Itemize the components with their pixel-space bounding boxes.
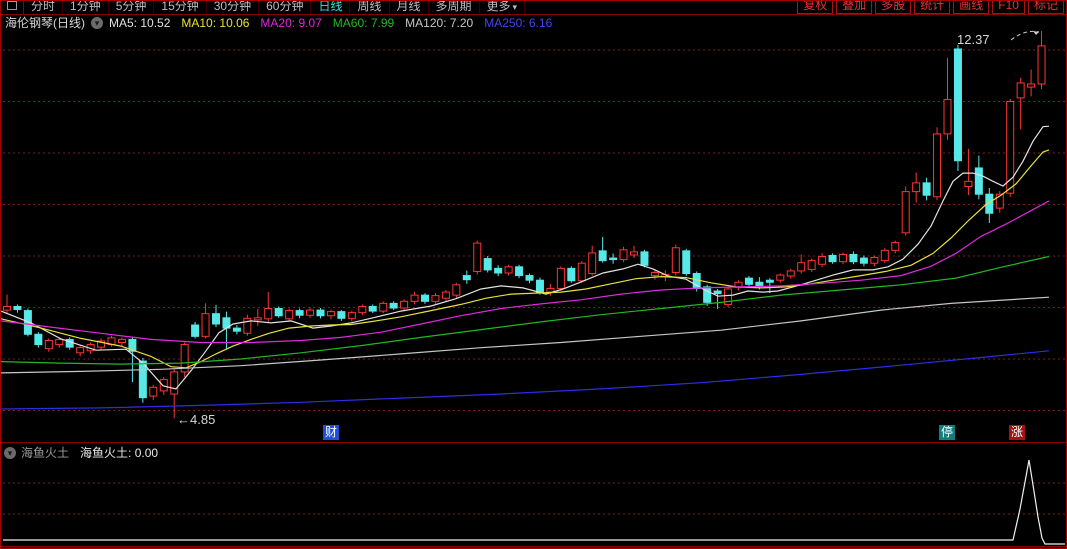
toolbar-button-6[interactable]: 标记 — [1027, 1, 1064, 14]
toolbar-button-1[interactable]: 叠加 — [836, 1, 873, 14]
menu-item-5[interactable]: 60分钟 — [259, 1, 312, 14]
toolbar-button-5[interactable]: F10 — [992, 1, 1025, 14]
high-price-label: 12.37 — [957, 32, 990, 47]
indicator-readout: 海鱼火土: 0.00 — [80, 444, 158, 461]
annotations — [1010, 30, 1040, 41]
menu-item-10[interactable]: 更多 ▾ — [480, 1, 526, 14]
ma-readout-3: MA60: 7.99 — [332, 15, 395, 30]
event-badge-0[interactable]: 财 — [323, 425, 339, 440]
indicator-readout-value: 0.00 — [134, 446, 159, 460]
ma-readout-0: MA5: 10.52 — [109, 15, 171, 30]
menu-item-4[interactable]: 30分钟 — [207, 1, 260, 14]
period-menu-bar: 分时 1分钟 5分钟 15分钟 30分钟 60分钟 日线 周线 月线 多周期 更多 ▾ 复权 叠加 多股统… — [1, 1, 1066, 15]
menu-item-7[interactable]: 周线 — [350, 1, 390, 14]
panel-divider — [1, 442, 1066, 443]
ma-readout-2: MA20: 9.07 — [260, 15, 322, 30]
event-badge-2[interactable]: 涨 — [1009, 425, 1025, 440]
menu-item-3[interactable]: 15分钟 — [154, 1, 207, 14]
toolbar-buttons: 复权 叠加 多股 统计 画线 F10 标记 — [794, 1, 1064, 14]
menu-item-6[interactable]: 日线 — [311, 1, 351, 14]
ma-readout-4: MA120: 7.20 — [405, 15, 474, 30]
ma-readout-1: MA10: 10.06 — [181, 15, 250, 30]
menu-item-1[interactable]: 1分钟 — [63, 1, 109, 14]
chevron-down-icon: ▾ — [512, 1, 518, 12]
trading-app-window: 分时 1分钟 5分钟 15分钟 30分钟 60分钟 日线 周线 月线 多周期 更多 ▾ 复权 叠加 多股统… — [0, 0, 1067, 549]
ma-readout-5: MA250: 6.16 — [484, 15, 553, 30]
low-price-label: ←4.85 — [177, 412, 216, 427]
indicator-line — [3, 459, 1065, 545]
ma-line-MA10 — [1, 149, 1050, 369]
symbol-title: 海伦钢琴(日线) — [5, 16, 85, 30]
layout-grid-icon — [7, 1, 17, 10]
ma-line-MA20 — [1, 200, 1050, 344]
indicator-readout-label: 海鱼火土: — [80, 446, 132, 460]
chevron-down-icon[interactable]: ▾ — [91, 16, 103, 29]
ma-line-MA5 — [1, 125, 1050, 390]
period-menu-items: 分时 1分钟 5分钟 15分钟 30分钟 60分钟 日线 周线 月线 多周期 更多 ▾ — [24, 1, 526, 14]
panel-bottom-line — [1, 546, 1066, 547]
toolbar-button-2[interactable]: 多股 — [875, 1, 912, 14]
menu-item-9[interactable]: 多周期 — [429, 1, 480, 14]
app-menu-button[interactable] — [1, 1, 24, 14]
candlestick-series — [3, 30, 1046, 419]
toolbar-button-4[interactable]: 画线 — [953, 1, 990, 14]
ma-line-MA60 — [1, 255, 1050, 365]
toolbar-button-3[interactable]: 统计 — [914, 1, 951, 14]
ma-readouts: MA5: 10.52 MA10: 10.06 MA20: 9.07 MA60: 7.9… — [109, 16, 552, 30]
indicator-panel — [3, 459, 1065, 545]
chevron-down-icon[interactable]: ▾ — [4, 446, 16, 459]
event-badge-1[interactable]: 停 — [939, 425, 955, 440]
menu-item-8[interactable]: 月线 — [390, 1, 429, 14]
moving-average-lines — [1, 125, 1050, 410]
indicator-name[interactable]: 海鱼火土 — [21, 444, 69, 461]
menu-item-2[interactable]: 5分钟 — [109, 1, 155, 14]
toolbar-button-0[interactable]: 复权 — [797, 1, 834, 14]
menu-item-0[interactable]: 分时 — [24, 1, 64, 14]
ma-line-MA120 — [1, 296, 1050, 374]
indicator-header: ▾ 海鱼火土 海鱼火土: 0.00 — [4, 444, 158, 461]
main-chart[interactable] — [1, 1, 1067, 549]
chart-title-bar: 海伦钢琴(日线) ▾ MA5: 10.52 MA10: 10.06 MA20: 9.… — [1, 15, 1066, 31]
